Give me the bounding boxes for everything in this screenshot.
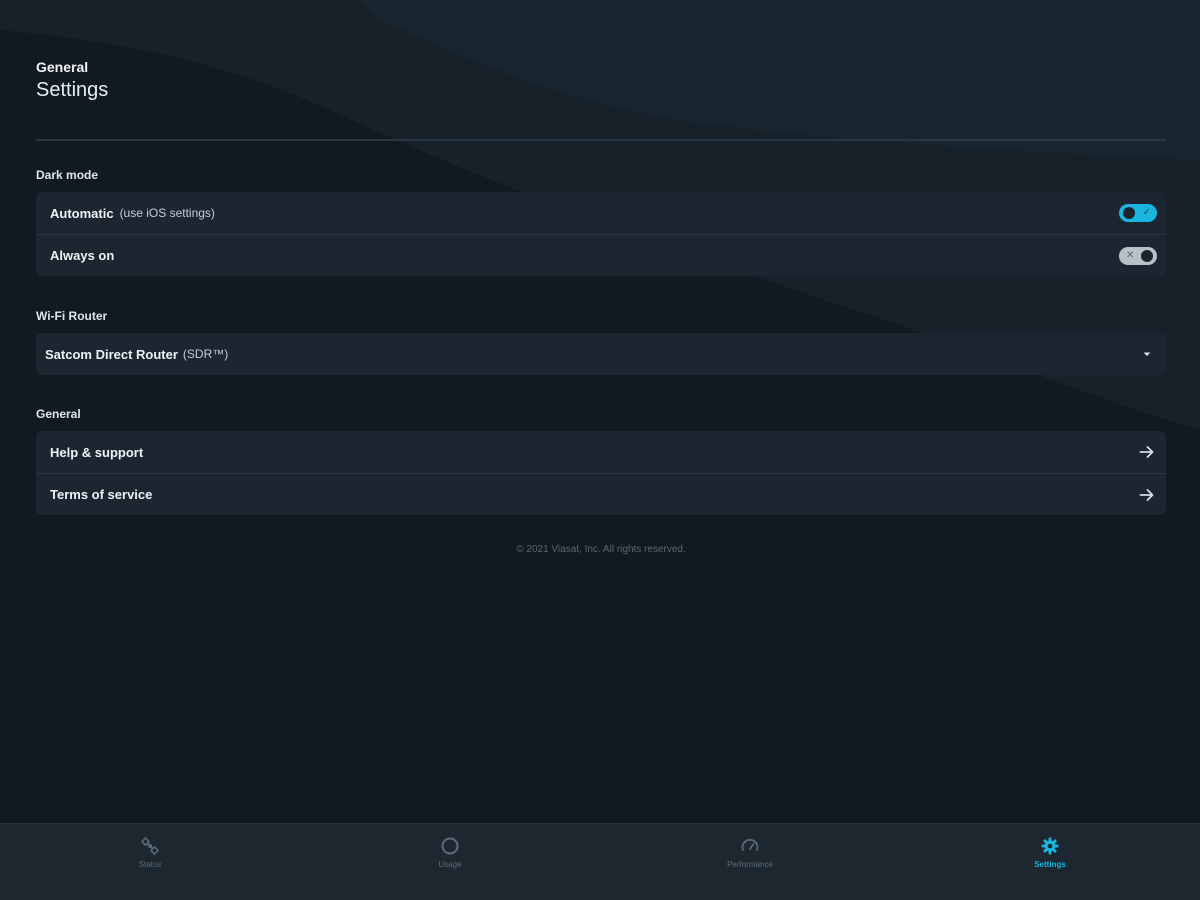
tab-status-label: Status [138,860,162,869]
page-eyebrow: General [36,59,89,75]
dark-mode-always-on-row[interactable]: Always on ✕ [36,234,1166,276]
speedometer-icon [740,836,760,856]
arrow-right-icon [1137,442,1157,462]
dark-mode-automatic-row[interactable]: Automatic (use iOS settings) ✓ [36,192,1166,234]
automatic-label: Automatic [50,205,114,221]
automatic-toggle[interactable]: ✓ [1119,204,1157,222]
automatic-sublabel: (use iOS settings) [119,206,215,220]
wifi-router-card: Satcom Direct Router (SDR™) [36,333,1166,375]
gear-icon [1040,836,1060,856]
settings-content: General Settings Dark mode Automatic (us… [36,0,1166,555]
copyright-text: © 2021 Viasat, Inc. All rights reserved. [516,544,686,555]
tab-performance[interactable]: Performance [600,824,900,900]
general-card: Help & support Terms of service [36,431,1166,515]
toggle-knob [1123,207,1135,219]
header-divider [36,139,1166,141]
dark-mode-card: Automatic (use iOS settings) ✓ Always on… [36,192,1166,276]
check-icon: ✓ [1142,207,1151,218]
section-label-dark-mode: Dark mode [36,168,99,182]
always-on-toggle[interactable]: ✕ [1119,246,1157,265]
tab-usage-label: Usage [438,860,462,869]
help-support-label: Help & support [50,444,144,460]
bottom-tab-bar: Status Usage Performance Settings [0,823,1200,900]
terms-of-service-row[interactable]: Terms of service [36,473,1166,515]
page-title: Settings [36,79,109,101]
help-support-row[interactable]: Help & support [36,431,1166,473]
section-label-wifi-router: Wi-Fi Router [36,309,108,323]
always-on-label: Always on [50,248,115,263]
toggle-knob [1141,249,1153,262]
page-header: General Settings [36,0,1166,141]
router-suffix: (SDR™) [182,347,229,361]
caret-down-icon [1137,344,1157,364]
tab-settings[interactable]: Settings [900,824,1200,900]
section-label-general: General [36,407,81,421]
satellite-icon [140,836,160,856]
x-icon: ✕ [1126,249,1135,261]
arrow-right-icon [1137,485,1157,505]
tab-status[interactable]: Status [0,824,300,900]
tab-settings-label: Settings [1034,860,1066,869]
tab-usage[interactable]: Usage [300,824,600,900]
settings-screen: General Settings Dark mode Automatic (us… [0,0,1200,900]
tab-performance-label: Performance [727,860,773,869]
usage-ring-icon [440,836,460,856]
wifi-router-select[interactable]: Satcom Direct Router (SDR™) [36,333,1166,375]
terms-of-service-label: Terms of service [50,487,153,502]
router-name: Satcom Direct Router [45,346,178,362]
